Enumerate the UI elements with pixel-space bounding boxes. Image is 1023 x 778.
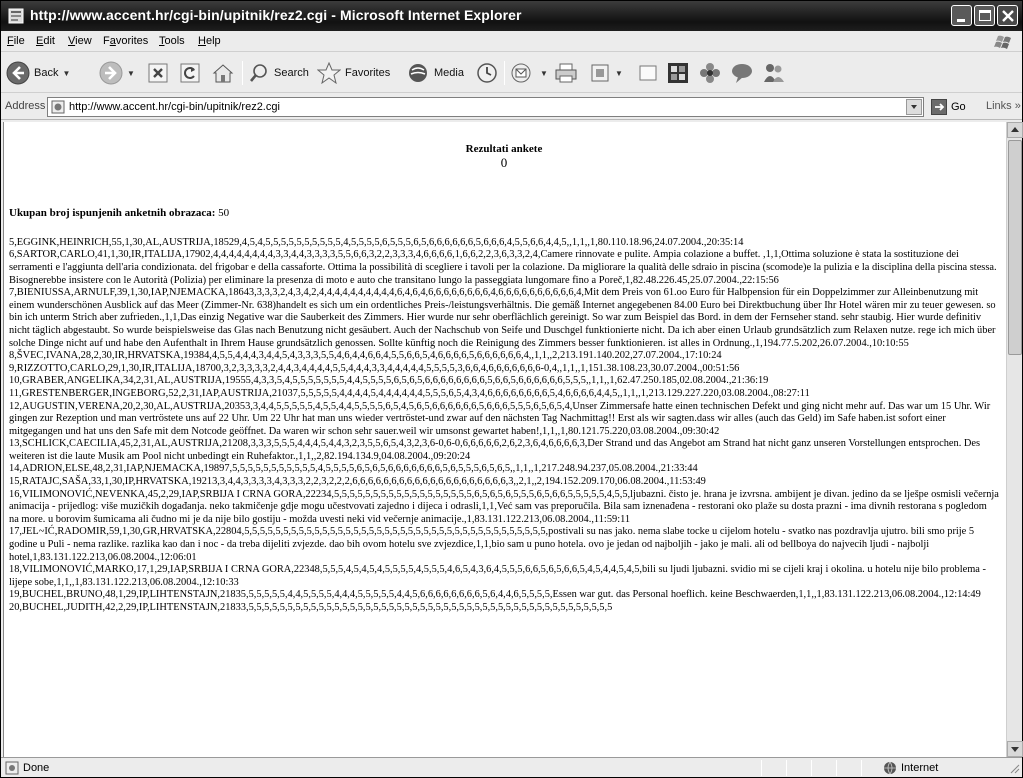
address-bar: Address http://www.accent.hr/cgi-bin/upi… — [1, 94, 1022, 120]
menu-file[interactable]: File — [7, 35, 25, 47]
counter-value: 0 — [500, 154, 508, 170]
mail-button[interactable]: ▼ — [510, 57, 548, 89]
scrollbar-thumb[interactable] — [1008, 140, 1022, 355]
back-button[interactable]: Back ▼ — [6, 57, 70, 89]
security-zone: Internet — [901, 762, 939, 774]
media-button[interactable]: Media — [406, 57, 464, 89]
back-arrow-icon — [6, 61, 30, 85]
page-content: Rezultati ankete 0 Ukupan broj ispunjeni… — [3, 122, 1006, 757]
address-dropdown-button[interactable] — [906, 99, 922, 115]
list-item: 15,RATAJC,SAŠA,33,1,30,IP,HRVATSKA,19213… — [9, 476, 706, 488]
research-button[interactable] — [698, 57, 722, 89]
list-item: 9,RIZZOTTO,CARLO,29,1,30,IR,ITALIJA,1870… — [9, 362, 740, 374]
menu-help[interactable]: Help — [198, 35, 221, 47]
close-button[interactable] — [997, 5, 1018, 26]
history-icon — [477, 63, 497, 83]
stop-icon — [148, 63, 168, 83]
mail-icon — [511, 63, 531, 83]
close-icon — [1002, 10, 1014, 22]
list-item: 10,GRABER,ANGELIKA,34,2,31,AL,AUSTRIJA,1… — [9, 375, 769, 387]
maximize-button[interactable] — [974, 5, 995, 26]
list-item: 13,SCHLICK,CAECILIA,45,2,31,AL,AUSTRIJA,… — [9, 438, 981, 462]
people-icon — [764, 64, 784, 82]
browser-window: http://www.accent.hr/cgi-bin/upitnik/rez… — [0, 0, 1023, 778]
address-url: http://www.accent.hr/cgi-bin/upitnik/rez… — [69, 101, 280, 113]
list-item: 19,BUCHEL,BRUNO,48,1,29,IP,LIHTENSTAJN,2… — [9, 589, 981, 601]
discuss-button[interactable] — [637, 57, 659, 89]
search-button[interactable]: Search — [248, 57, 309, 89]
media-icon — [409, 64, 427, 82]
history-button[interactable] — [475, 57, 499, 89]
title-bar[interactable]: http://www.accent.hr/cgi-bin/upitnik/rez… — [1, 1, 1022, 31]
links-button[interactable]: Links » — [986, 100, 1021, 112]
list-item: 12,AUGUSTIN,VERENA,20,2,30,AL,AUSTRIJA,2… — [9, 400, 991, 437]
window-title: http://www.accent.hr/cgi-bin/upitnik/rez… — [30, 7, 522, 23]
page-icon — [51, 100, 65, 114]
chat-bubble-icon — [732, 64, 752, 83]
list-item: 18,VILIMONOVIĆ,MARKO,17,1,29,IAP,SRBIJA … — [9, 564, 986, 588]
list-item: 7,BIENIUSSA,ARNULF,39,1,30,IAP,NJEMACKA,… — [9, 287, 996, 349]
list-item: 16,VILIMONOVIĆ,NEVENKA,45,2,29,IAP,SRBIJ… — [9, 488, 999, 525]
minimize-icon — [957, 19, 965, 22]
edit-page-icon — [591, 64, 609, 82]
records-list: 5,EGGINK,HEINRICH,55,1,30,AL,AUSTRIJA,18… — [9, 237, 999, 615]
vertical-scrollbar[interactable] — [1006, 122, 1023, 757]
list-item: 8,ŠVEC,IVANA,28,2,30,IR,HRVATSKA,19384,4… — [9, 350, 722, 362]
list-item: 5,EGGINK,HEINRICH,55,1,30,AL,AUSTRIJA,18… — [9, 236, 744, 248]
chat-button[interactable] — [730, 57, 754, 89]
menu-bar: File Edit View Favorites Tools Help — [1, 31, 1022, 52]
print-icon — [555, 63, 577, 83]
list-item: 20,BUCHEL,JUDITH,42,2,29,IP,LIHTENSTAJN,… — [9, 602, 613, 613]
go-button[interactable]: Go — [931, 98, 966, 116]
toolbar: Back ▼ ▼ Search Favorites Media ▼ ▼ — [1, 53, 1022, 93]
forward-button[interactable]: ▼ — [99, 57, 135, 89]
minimize-button[interactable] — [951, 5, 972, 26]
done-page-icon — [5, 761, 19, 775]
contacts-button[interactable] — [762, 57, 786, 89]
home-icon — [212, 64, 234, 83]
ie-page-icon — [8, 8, 24, 24]
back-dropdown-icon[interactable]: ▼ — [62, 69, 70, 78]
forward-arrow-icon — [99, 61, 123, 85]
chevron-up-icon — [1011, 127, 1019, 132]
maximize-icon — [979, 10, 991, 21]
go-arrow-icon — [931, 99, 947, 115]
status-text: Done — [23, 762, 50, 774]
stop-button[interactable] — [147, 57, 169, 89]
home-button[interactable] — [211, 57, 235, 89]
forward-dropdown-icon[interactable]: ▼ — [127, 69, 135, 78]
search-icon — [250, 64, 267, 82]
address-label: Address — [5, 100, 46, 112]
refresh-icon — [180, 63, 200, 83]
discuss-icon — [639, 65, 657, 81]
list-item: 11,GRESTENBERGER,INGEBORG,52,2,31,IAP,AU… — [9, 387, 810, 399]
windows-flag-icon — [988, 33, 1016, 51]
messenger-icon — [668, 63, 688, 83]
menu-favorites[interactable]: Favorites — [103, 35, 148, 47]
menu-view[interactable]: View — [68, 35, 92, 47]
list-item: 17,JEL~IĆ,RADOMIR,59,1,30,GR,HRVATSKA,22… — [9, 526, 975, 563]
scroll-up-button[interactable] — [1007, 122, 1023, 138]
list-item: 6,SARTOR,CARLO,41,1,30,IR,ITALIJA,17902,… — [9, 249, 997, 286]
resize-grip-icon[interactable] — [1008, 762, 1020, 774]
refresh-button[interactable] — [179, 57, 201, 89]
menu-edit[interactable]: Edit — [36, 35, 55, 47]
status-bar: Done Internet — [1, 757, 1022, 777]
list-item: 14,ADRION,ELSE,48,2,31,IAP,NJEMACKA,1989… — [9, 463, 698, 475]
menu-tools[interactable]: Tools — [159, 35, 185, 47]
chevron-down-icon — [1011, 747, 1019, 752]
favorites-star-icon — [317, 62, 341, 84]
edit-button[interactable]: ▼ — [589, 57, 623, 89]
address-input[interactable]: http://www.accent.hr/cgi-bin/upitnik/rez… — [47, 97, 924, 117]
print-button[interactable] — [554, 57, 578, 89]
scroll-down-button[interactable] — [1007, 741, 1023, 757]
chevron-down-icon — [911, 105, 917, 109]
favorites-button[interactable]: Favorites — [317, 57, 390, 89]
flower-icon — [700, 63, 720, 83]
total-forms: Ukupan broj ispunjenih anketnih obrazaca… — [9, 207, 230, 220]
page-title: Rezultati ankete — [465, 143, 543, 155]
internet-globe-icon — [884, 761, 896, 775]
messenger-button[interactable] — [666, 57, 690, 89]
